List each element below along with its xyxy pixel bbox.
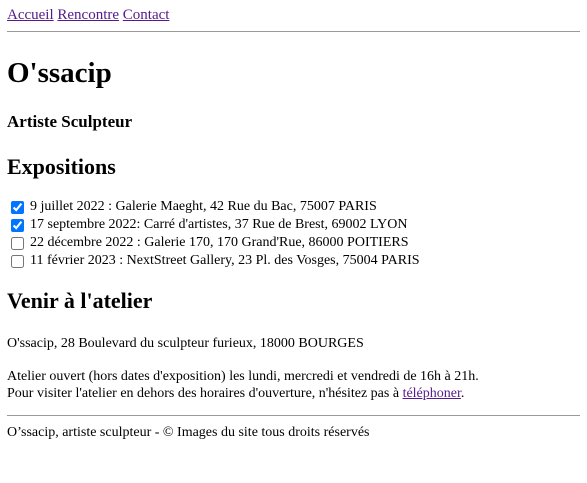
list-item: 9 juillet 2022 : Galerie Maeght, 42 Rue … (7, 198, 580, 216)
header-divider (7, 31, 580, 32)
atelier-address: O'ssacip, 28 Boulevard du sculpteur furi… (7, 336, 364, 351)
footer-text: O’ssacip, artiste sculpteur - © Images d… (7, 425, 370, 440)
footer-divider (7, 415, 580, 416)
page-subtitle: Artiste Sculpteur (7, 112, 133, 131)
top-nav: Accueil Rencontre Contact (7, 7, 580, 24)
expo-label: 22 décembre 2022 : Galerie 170, 170 Gran… (30, 235, 409, 250)
nav-link-accueil[interactable]: Accueil (7, 7, 54, 23)
list-item: 17 septembre 2022: Carré d'artistes, 37 … (7, 216, 580, 234)
expo-checkbox-1[interactable] (11, 200, 24, 214)
expositions-heading: Expositions (7, 154, 116, 179)
expo-label: 17 septembre 2022: Carré d'artistes, 37 … (30, 217, 408, 232)
list-item: 11 février 2023 : NextStreet Gallery, 23… (7, 252, 580, 270)
expositions-list: 9 juillet 2022 : Galerie Maeght, 42 Rue … (7, 198, 580, 270)
visit-text: Pour visiter l'atelier en dehors des hor… (7, 386, 400, 401)
expo-checkbox-4[interactable] (11, 254, 24, 268)
phone-link[interactable]: téléphoner (403, 386, 461, 401)
nav-link-rencontre[interactable]: Rencontre (57, 7, 119, 23)
expo-checkbox-3[interactable] (11, 236, 24, 250)
expo-label: 9 juillet 2022 : Galerie Maeght, 42 Rue … (30, 199, 377, 214)
nav-link-contact[interactable]: Contact (123, 7, 170, 23)
list-item: 22 décembre 2022 : Galerie 170, 170 Gran… (7, 234, 580, 252)
atelier-hours: Atelier ouvert (hors dates d'exposition)… (7, 368, 580, 402)
atelier-heading: Venir à l'atelier (7, 288, 153, 313)
visit-end: . (460, 386, 465, 401)
expo-checkbox-2[interactable] (11, 218, 24, 232)
expo-label: 11 février 2023 : NextStreet Gallery, 23… (30, 253, 420, 268)
hours-text: Atelier ouvert (hors dates d'exposition)… (7, 369, 479, 384)
page-title: O'ssacip (7, 57, 112, 89)
